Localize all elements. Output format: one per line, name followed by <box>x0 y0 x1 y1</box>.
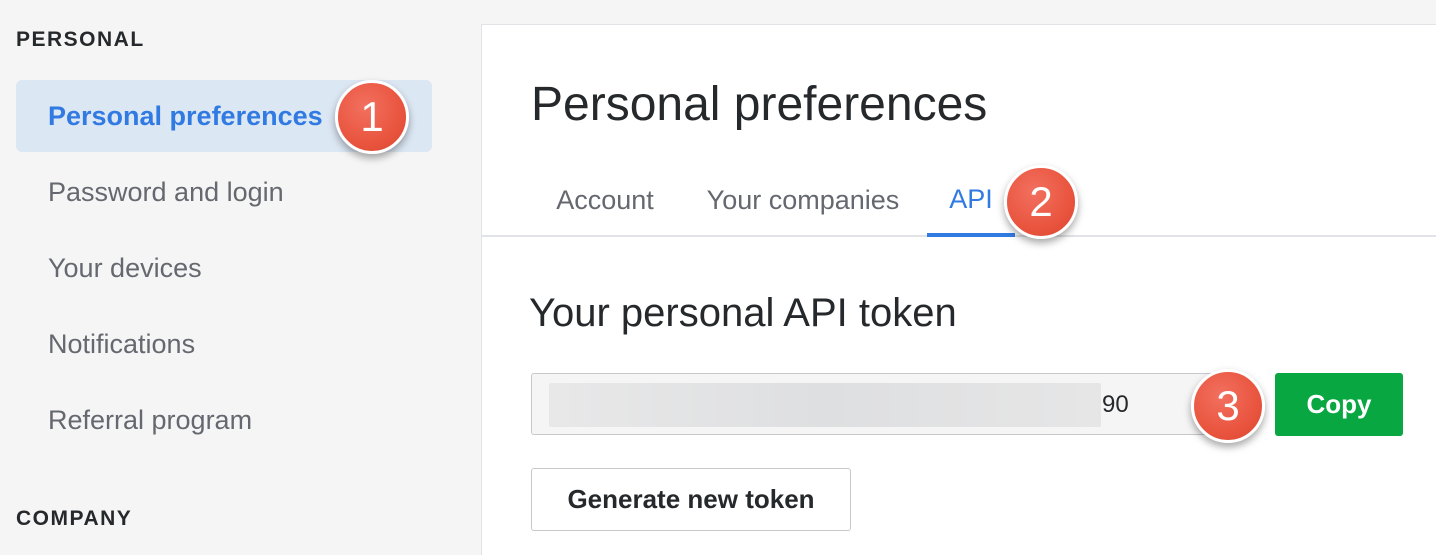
tab-bar: Account Your companies API <box>482 165 1436 237</box>
step-3-badge: 3 <box>1191 369 1265 443</box>
section-label-company: COMPANY <box>16 507 133 530</box>
step-2-badge: 2 <box>1004 165 1078 239</box>
sidebar-item-label: Notifications <box>48 328 196 359</box>
sidebar-item-label: Password and login <box>48 176 284 207</box>
sidebar-item-label: Personal preferences <box>48 100 323 131</box>
token-redaction-mask <box>549 383 1101 427</box>
sidebar-item-label: Referral program <box>48 404 253 435</box>
sidebar-item-referral-program[interactable]: Referral program <box>16 384 432 456</box>
tab-api[interactable]: API <box>927 165 1015 237</box>
api-token-field[interactable]: 90 <box>531 373 1219 435</box>
main-panel: Personal preferences Account Your compan… <box>481 24 1436 555</box>
token-visible-tail: 90 <box>1102 391 1129 418</box>
sidebar-item-your-devices[interactable]: Your devices <box>16 232 432 304</box>
api-token-heading: Your personal API token <box>529 291 957 335</box>
section-label-personal: PERSONAL <box>16 28 145 51</box>
sidebar-item-notifications[interactable]: Notifications <box>16 308 432 380</box>
sidebar-item-password-and-login[interactable]: Password and login <box>16 156 432 228</box>
tab-account[interactable]: Account <box>530 165 680 235</box>
page-title: Personal preferences <box>531 78 988 131</box>
tab-your-companies[interactable]: Your companies <box>683 165 923 235</box>
sidebar-item-label: Your devices <box>48 252 202 283</box>
generate-new-token-button[interactable]: Generate new token <box>531 468 851 531</box>
copy-button[interactable]: Copy <box>1275 373 1403 436</box>
step-1-badge: 1 <box>335 80 409 154</box>
